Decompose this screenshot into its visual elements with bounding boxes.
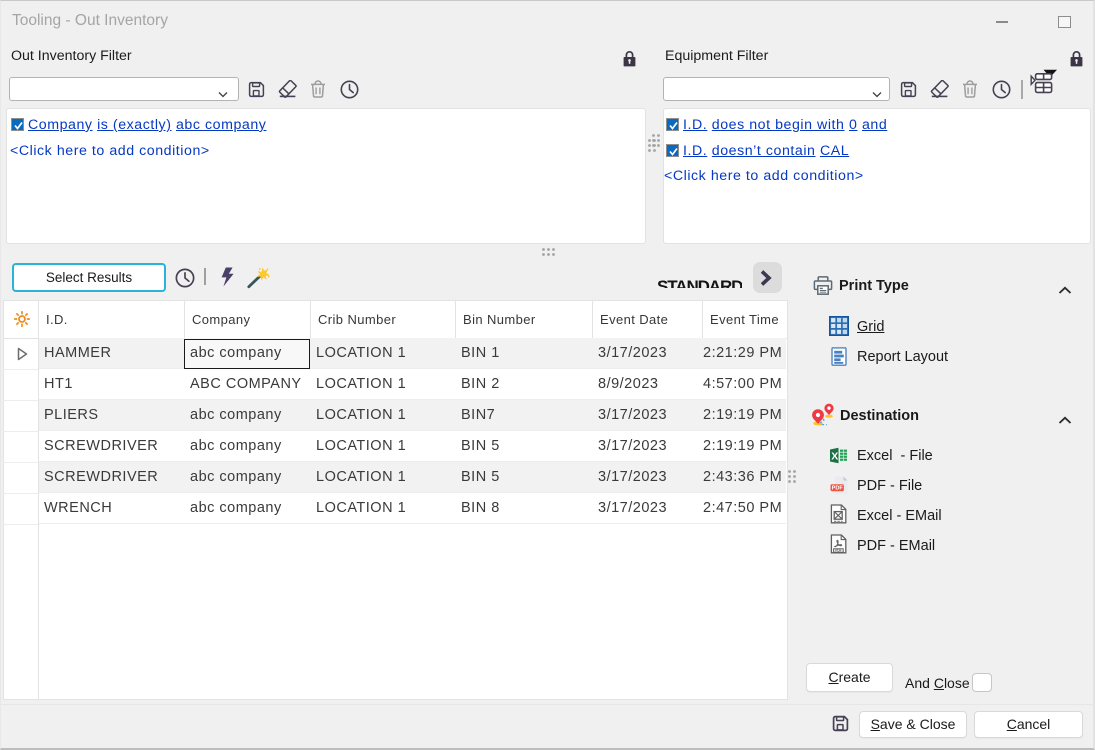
svg-text:X: X xyxy=(831,450,838,462)
svg-text:PDF: PDF xyxy=(835,549,841,553)
svg-text:PDF: PDF xyxy=(832,485,844,491)
